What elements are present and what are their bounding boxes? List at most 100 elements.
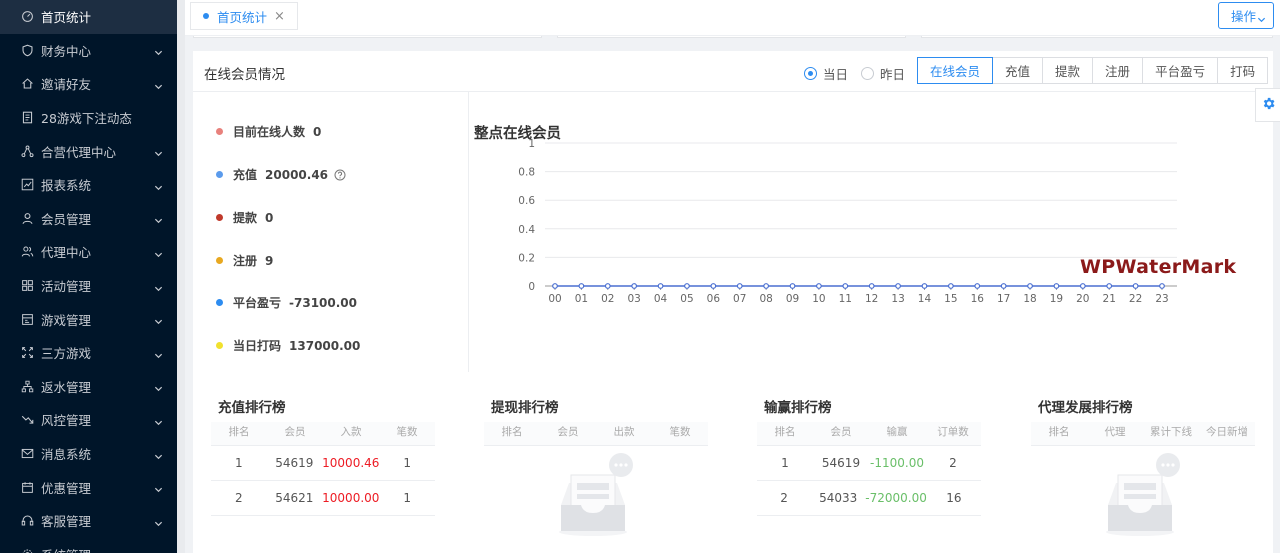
- sidebar-item-label: 优惠管理: [41, 480, 92, 496]
- chart-title: 整点在线会员: [474, 126, 561, 142]
- sidebar-item[interactable]: 返水管理: [0, 370, 177, 404]
- tab-home-stats[interactable]: 首页统计 ×: [190, 2, 298, 30]
- data-point: [1132, 283, 1139, 289]
- help-circle-icon[interactable]: [334, 169, 346, 181]
- y-tick-label: 0.2: [518, 252, 535, 264]
- chevron-down-icon: [154, 45, 163, 56]
- column-header: 出款: [613, 426, 635, 438]
- x-tick-label: 11: [839, 293, 852, 305]
- segment-button[interactable]: 注册: [1092, 57, 1144, 84]
- sidebar-item[interactable]: 优惠管理: [0, 470, 177, 504]
- sidebar-item[interactable]: 合营代理中心: [0, 134, 177, 168]
- cell-rank: 2: [234, 491, 243, 505]
- x-tick-label: 16: [971, 293, 985, 305]
- cell-count: 2: [949, 456, 957, 470]
- sidebar-item[interactable]: 游戏管理: [0, 302, 177, 336]
- data-point: [710, 283, 717, 289]
- x-tick-label: 10: [812, 293, 825, 305]
- x-tick-label: 08: [759, 293, 772, 305]
- sitemap-icon: [20, 379, 34, 393]
- settings-gear-button[interactable]: [1255, 88, 1280, 122]
- x-tick-label: 00: [548, 293, 561, 305]
- data-point: [1106, 283, 1113, 289]
- sidebar-item[interactable]: 28游戏下注动态: [0, 101, 177, 135]
- sidebar-item[interactable]: 三方游戏: [0, 336, 177, 370]
- chevron-down-icon: [154, 79, 163, 90]
- stat-row: 充值 20000.46: [216, 166, 346, 183]
- active-dot: [203, 13, 209, 19]
- y-tick-label: 0.6: [518, 195, 535, 207]
- data-point: [1027, 283, 1033, 289]
- sidebar-item[interactable]: 风控管理: [0, 403, 177, 437]
- cell-amount: -72000.00: [865, 491, 927, 505]
- sidebar-item[interactable]: 首页统计: [0, 0, 177, 34]
- column-header: 会员: [830, 426, 852, 438]
- sidebar-item[interactable]: 系统管理: [0, 538, 177, 553]
- column-header: 排名: [501, 426, 523, 438]
- stat-label: 当日打码: [233, 339, 282, 353]
- sidebar-item[interactable]: 财务中心: [0, 34, 177, 68]
- sidebar-item-label: 合营代理中心: [41, 144, 117, 160]
- radio-today[interactable]: 当日: [804, 64, 848, 83]
- segment-button[interactable]: 在线会员: [917, 57, 994, 84]
- sidebar-item[interactable]: 客服管理: [0, 504, 177, 538]
- segment-button[interactable]: 打码: [1217, 57, 1269, 84]
- chevron-down-icon: [154, 146, 163, 157]
- sidebar-item[interactable]: 会员管理: [0, 202, 177, 236]
- leaderboard: 输赢排行榜 排名 会员 输赢 订单数 1 54619 -1100.00 2 2 54033 -7200…: [757, 396, 981, 516]
- segment-button[interactable]: 充值: [992, 57, 1044, 84]
- sidebar-item-label: 代理中心: [41, 245, 92, 261]
- empty-inbox-icon: [551, 453, 641, 538]
- sidebar-item[interactable]: 代理中心: [0, 235, 177, 269]
- data-point: [763, 283, 770, 289]
- sidebar-item[interactable]: 消息系统: [0, 437, 177, 471]
- stat-row: 注册 9: [216, 252, 273, 269]
- x-tick-label: 01: [575, 293, 588, 305]
- chevron-down-icon: [154, 281, 163, 291]
- cell-count: 16: [946, 491, 962, 505]
- trend-icon: [20, 413, 34, 427]
- sidebar-item[interactable]: 邀请好友: [0, 67, 177, 101]
- chevron-down-icon: [154, 415, 163, 426]
- chevron-down-icon: [154, 381, 163, 392]
- sidebar-item[interactable]: 活动管理: [0, 269, 177, 303]
- data-point: [604, 283, 611, 289]
- stat-label: 充值: [233, 168, 258, 182]
- data-point: [684, 283, 690, 289]
- stat-value: 137000.00: [289, 338, 361, 353]
- cell-member: 54621: [275, 491, 314, 505]
- operations-button[interactable]: 操作: [1218, 2, 1274, 29]
- stat-bullet: [216, 299, 223, 306]
- segment-button[interactable]: 提款: [1042, 57, 1094, 84]
- leaderboard-title: 代理发展排行榜: [1038, 400, 1133, 416]
- table-row: 2 54621 10000.00 1: [211, 481, 435, 516]
- sidebar-item-label: 财务中心: [41, 43, 92, 59]
- column-header: 排名: [228, 426, 250, 438]
- table-row: 1 54619 -1100.00 2: [757, 446, 981, 481]
- y-tick-label: 0.8: [518, 167, 535, 179]
- tab-close-icon[interactable]: ×: [274, 9, 285, 24]
- home-icon: [20, 77, 34, 91]
- stat-value: 0: [265, 210, 274, 225]
- x-tick-label: 13: [891, 293, 904, 305]
- segment-button[interactable]: 平台盈亏: [1142, 57, 1219, 84]
- data-point: [1053, 283, 1060, 289]
- cell-member: 54619: [821, 456, 861, 470]
- column-header: 入款: [340, 426, 362, 438]
- data-point: [868, 283, 875, 289]
- sidebar-item-label: 风控管理: [41, 413, 92, 429]
- chevron-down-icon: [154, 314, 163, 325]
- tab-bar: 首页统计 × 操作: [185, 0, 1280, 36]
- leaderboard-header: 排名 会员 出款 笔数: [484, 422, 708, 446]
- sidebar-item[interactable]: 报表系统: [0, 168, 177, 202]
- x-tick-label: 21: [1103, 293, 1116, 305]
- leaderboard-header: 排名 代理 累计下线 今日新增: [1031, 422, 1255, 446]
- data-point: [1079, 283, 1086, 289]
- stat-row: 提款 0: [216, 209, 273, 226]
- x-tick-label: 22: [1129, 293, 1142, 305]
- cell-amount: 10000.00: [322, 491, 380, 505]
- sidebar-item-label: 三方游戏: [41, 346, 92, 362]
- shield-icon: [20, 43, 34, 57]
- radio-yesterday[interactable]: 昨日: [861, 64, 905, 83]
- hourly-online-chart: 0 0.2 0.4 0.6 0.8 1 00 01 02 03 04 05 06 07 08 09 10 11 12…: [470, 92, 1273, 372]
